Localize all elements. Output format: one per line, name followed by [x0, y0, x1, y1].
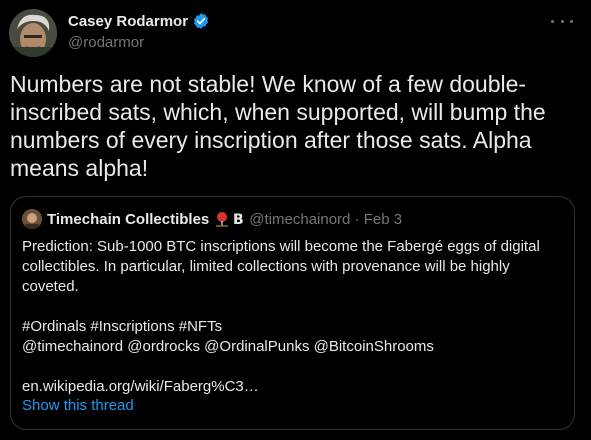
quoted-tweet-header: Timechain Collectibles B @timechainord ·… — [22, 209, 402, 229]
tweet: Casey Rodarmor @rodarmor Numbers are not… — [0, 0, 591, 440]
quoted-tweet-body: Prediction: Sub-1000 BTC inscriptions wi… — [22, 237, 567, 397]
quoted-author-emojis: B — [214, 211, 245, 227]
verified-badge-icon — [192, 12, 210, 30]
author-name[interactable]: Casey Rodarmor — [68, 13, 188, 30]
bitcoin-b-icon: B — [233, 212, 244, 227]
quoted-tweet-link[interactable]: en.wikipedia.org/wiki/Faberg%C3… — [22, 377, 567, 397]
quoted-tweet-mentions: @timechainord @ordrocks @OrdinalPunks @B… — [22, 338, 434, 355]
author-info: Casey Rodarmor @rodarmor — [68, 11, 210, 54]
tweet-text: Numbers are not stable! We know of a few… — [10, 71, 546, 181]
quoted-tweet-text: Prediction: Sub-1000 BTC inscriptions wi… — [22, 238, 540, 295]
pushpin-icon — [216, 212, 229, 227]
show-thread-link[interactable]: Show this thread — [22, 397, 134, 414]
quoted-author-avatar — [22, 209, 42, 229]
quoted-author-name: Timechain Collectibles — [47, 210, 210, 228]
quoted-tweet-meta: @timechainord · Feb 3 — [249, 210, 403, 228]
quoted-tweet[interactable]: Timechain Collectibles B @timechainord ·… — [10, 196, 575, 430]
svg-text:B: B — [233, 212, 244, 227]
author-avatar[interactable] — [9, 9, 57, 57]
quoted-tweet-hashtags: #Ordinals #Inscriptions #NFTs — [22, 318, 223, 335]
author-handle[interactable]: @rodarmor — [68, 34, 210, 54]
more-options-icon[interactable] — [551, 14, 573, 28]
